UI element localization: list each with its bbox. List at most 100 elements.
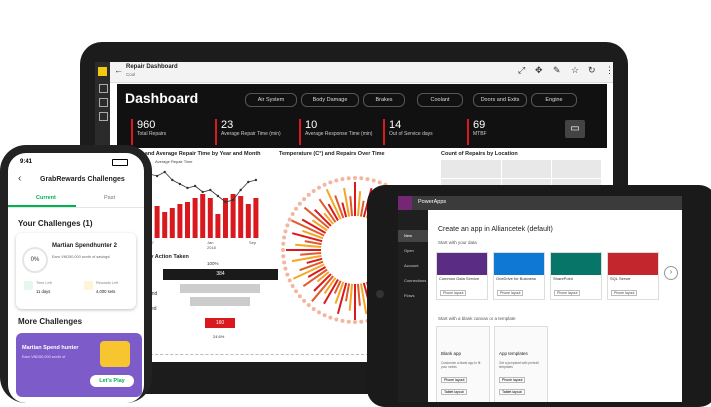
bar <box>207 198 213 238</box>
radial-dot <box>322 182 327 187</box>
line-point <box>178 182 182 186</box>
radial-dot <box>281 241 286 246</box>
line-point <box>254 178 258 182</box>
favorite-icon[interactable]: ☆ <box>571 65 579 76</box>
tick-jan-2018: Jan 2018 <box>207 240 216 250</box>
phone-layout-button[interactable]: Phone layout <box>441 377 468 383</box>
funnel-bar-2 <box>180 284 260 293</box>
challenge-card[interactable]: 0% Martian Spendhunter 2 Earn VND50,000 … <box>16 233 136 309</box>
bar <box>169 208 175 238</box>
radial-dot <box>317 185 321 190</box>
line-point <box>231 198 235 202</box>
radial-dot <box>328 180 333 185</box>
battery-icon <box>112 159 128 166</box>
tile-sharepoint[interactable]: SharePoint Phone layout <box>550 252 602 300</box>
tablet-layout-button[interactable]: Tablet layout <box>499 389 525 395</box>
nav-new[interactable]: New <box>404 233 412 238</box>
back-arrow-icon[interactable]: ‹ <box>18 173 21 184</box>
tile-common-data-service[interactable]: Common Data Service Phone layout <box>436 252 488 300</box>
tick-sep: Sep <box>249 240 257 245</box>
phone-layout-button[interactable]: Phone layout <box>499 377 526 383</box>
more-icon[interactable]: ⋮ <box>605 65 613 76</box>
tablet-layout-button[interactable]: Tablet layout <box>441 389 467 395</box>
tile-sql-server[interactable]: SQL Server Phone layout <box>607 252 659 300</box>
line-point <box>239 188 242 192</box>
dashboard-title: Dashboard <box>125 90 199 106</box>
nav-open[interactable]: Open <box>404 248 414 253</box>
next-arrow-icon[interactable]: › <box>664 266 678 280</box>
radial-dot <box>283 229 288 234</box>
templates-title: App templates <box>499 351 528 356</box>
phone-layout-button[interactable]: Phone layout <box>497 290 524 296</box>
radial-dot <box>328 315 333 320</box>
expand-icon[interactable]: ⤢ <box>518 65 525 76</box>
nav-account[interactable]: Account <box>404 263 418 268</box>
phone-layout-button[interactable]: Phone layout <box>611 290 638 296</box>
sql-server-icon <box>608 253 658 275</box>
tab-coolant[interactable]: Coolant <box>417 93 463 107</box>
lets-play-button[interactable]: Let's Play <box>90 375 134 387</box>
radial-dot <box>346 319 351 324</box>
report-title[interactable]: Repair Dashboard <box>126 64 178 70</box>
radial-dot <box>297 294 302 299</box>
bar <box>192 198 198 238</box>
line-point <box>209 188 212 192</box>
app-launcher-icon[interactable] <box>398 196 412 210</box>
radial-dot <box>294 289 299 294</box>
challenge-desc: Earn VND50,000 worth of savings! <box>52 255 111 259</box>
start-with-data-label: Start with your data <box>438 240 477 245</box>
radial-dot <box>334 317 339 322</box>
report-icon[interactable] <box>99 84 108 93</box>
powerapps-topbar: PowerApps <box>398 196 682 210</box>
bar <box>238 196 244 238</box>
tab-body-damage[interactable]: Body Damage <box>301 93 359 107</box>
pin-icon[interactable]: ✎ <box>553 65 561 76</box>
focus-icon[interactable]: ✥ <box>535 65 543 76</box>
radial-dot <box>322 313 327 318</box>
phone-layout-button[interactable]: Phone layout <box>554 290 581 296</box>
tab-doors-and-exits[interactable]: Doors and Exits <box>473 93 527 107</box>
tile-app-templates[interactable]: App templates Get a jumpstart with prebu… <box>494 326 548 402</box>
tab-past[interactable]: Past <box>104 195 115 201</box>
bar <box>162 212 168 238</box>
line-point <box>216 194 220 198</box>
start-blank-label: Start with a blank canvas or a template <box>438 316 516 321</box>
bar <box>245 204 251 238</box>
nav-connections[interactable]: Connections <box>404 278 426 283</box>
radial-dot <box>334 178 339 183</box>
line-point <box>224 200 227 204</box>
tile-onedrive[interactable]: OneDrive for Business Phone layout <box>493 252 545 300</box>
comment-icon[interactable]: ▭ <box>565 120 585 138</box>
radial-dot <box>285 272 290 277</box>
blank-app-title: Blank app <box>441 351 462 356</box>
time-left-label: Time Left <box>36 281 52 285</box>
radial-dot <box>317 310 321 315</box>
nav-flows[interactable]: Flows <box>404 293 414 298</box>
line-point <box>155 174 159 178</box>
kpi-row: 960 Total Repairs 23 Average Repair Time (… <box>117 114 607 148</box>
bar <box>223 198 228 238</box>
menu-icon[interactable] <box>98 67 107 76</box>
radial-dot <box>282 260 287 265</box>
tab-air-system[interactable]: Air System <box>245 93 297 107</box>
line-point <box>201 190 204 194</box>
radial-dot <box>306 303 311 308</box>
radial-dot <box>306 192 311 197</box>
refresh-icon[interactable]: ↻ <box>588 65 596 76</box>
tile-label: SQL Server <box>610 276 631 281</box>
tab-engine[interactable]: Engine <box>531 93 577 107</box>
promo-card[interactable]: Martian Spend hunter Earn VND50,000 wort… <box>16 333 142 397</box>
back-icon[interactable]: ← <box>114 65 123 75</box>
tab-current[interactable]: Current <box>36 195 56 201</box>
line-point <box>186 186 189 190</box>
funnel-bar-3 <box>190 297 250 306</box>
phone-layout-button[interactable]: Phone layout <box>440 290 467 296</box>
sharepoint-icon <box>551 253 601 275</box>
radial-spoke <box>348 283 354 311</box>
radial-spoke <box>300 251 322 256</box>
tab-brakes[interactable]: Brakes <box>363 93 405 107</box>
model-icon[interactable] <box>99 112 108 121</box>
data-icon[interactable] <box>99 98 108 107</box>
radial-dot <box>359 319 364 324</box>
tile-blank-app[interactable]: Blank app Customize a blank app to fit y… <box>436 326 490 402</box>
